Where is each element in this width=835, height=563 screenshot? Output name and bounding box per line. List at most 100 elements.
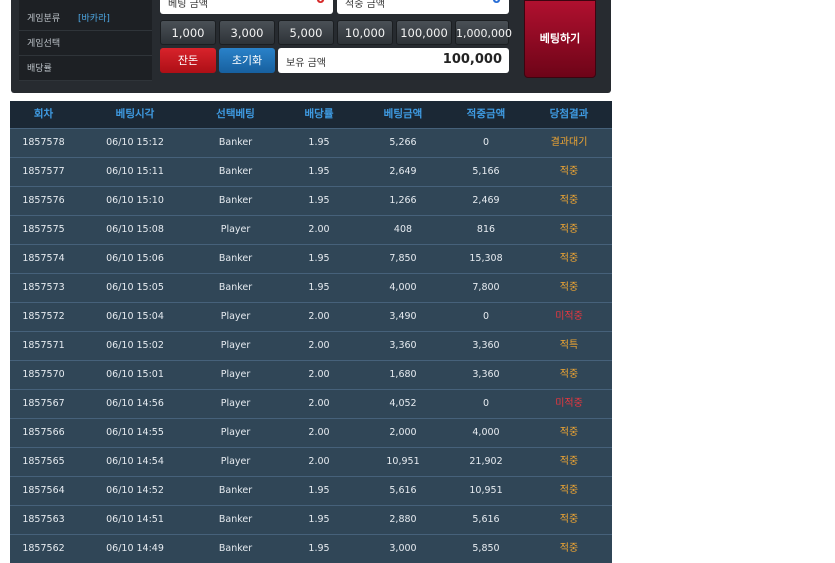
game-select-row[interactable]: 게임선택 xyxy=(19,30,152,56)
cell-odds: 1.95 xyxy=(308,282,330,293)
chip-1000000-button[interactable]: 1,000,000 xyxy=(455,20,512,45)
cell-bet-amount: 4,000 xyxy=(389,282,417,293)
cell-round: 1857564 xyxy=(22,485,65,496)
cell-result: 적중 xyxy=(559,456,579,467)
holding-amount-label: 보유 금액 xyxy=(286,58,326,69)
cell-bet-amount: 2,880 xyxy=(389,514,417,525)
reset-button[interactable]: 초기화 xyxy=(219,48,275,73)
table-row: 1857573 06/10 15:05 Banker 1.95 4,000 7,… xyxy=(10,273,612,302)
table-row: 1857564 06/10 14:52 Banker 1.95 5,616 10… xyxy=(10,476,612,505)
cell-bet-time: 06/10 15:04 xyxy=(106,311,164,322)
cell-result: 적중 xyxy=(559,282,579,293)
cell-win-amount: 2,469 xyxy=(472,195,500,206)
bet-amount-value: 0 xyxy=(316,0,325,7)
cell-bet-amount: 3,360 xyxy=(389,340,417,351)
cell-pick: Banker xyxy=(218,166,253,177)
cell-pick: Banker xyxy=(218,514,253,525)
cell-win-amount: 5,166 xyxy=(472,166,500,177)
cell-round: 1857563 xyxy=(22,514,65,525)
cell-round: 1857574 xyxy=(22,253,65,264)
cell-pick: Banker xyxy=(218,195,253,206)
cell-bet-time: 06/10 15:06 xyxy=(106,253,164,264)
cell-odds: 1.95 xyxy=(308,543,330,554)
cell-odds: 1.95 xyxy=(308,514,330,525)
cell-odds: 1.95 xyxy=(308,195,330,206)
cell-win-amount: 0 xyxy=(482,137,490,148)
cell-round: 1857567 xyxy=(22,398,65,409)
cell-pick: Banker xyxy=(218,253,253,264)
cell-bet-time: 06/10 15:12 xyxy=(106,137,164,148)
cell-odds: 2.00 xyxy=(308,456,330,467)
cell-pick: Banker xyxy=(218,485,253,496)
place-bet-button[interactable]: 베팅하기 xyxy=(524,0,596,78)
cell-bet-time: 06/10 14:49 xyxy=(106,543,164,554)
cell-pick: Player xyxy=(220,427,251,438)
cell-odds: 2.00 xyxy=(308,224,330,235)
table-row: 1857572 06/10 15:04 Player 2.00 3,490 0 … xyxy=(10,302,612,331)
chip-1000-button[interactable]: 1,000 xyxy=(160,20,216,45)
cell-win-amount: 7,800 xyxy=(472,282,500,293)
cell-round: 1857565 xyxy=(22,456,65,467)
cell-odds: 1.95 xyxy=(308,137,330,148)
cell-bet-amount: 2,000 xyxy=(389,427,417,438)
cell-result: 적중 xyxy=(559,427,579,438)
game-category-row: 게임분류 [바카라] xyxy=(19,5,152,31)
cell-bet-amount: 2,649 xyxy=(389,166,417,177)
chip-100000-button[interactable]: 100,000 xyxy=(396,20,452,45)
cell-round: 1857572 xyxy=(22,311,65,322)
odds-label: 배당률 xyxy=(27,64,52,74)
change-button[interactable]: 잔돈 xyxy=(160,48,216,73)
cell-win-amount: 10,951 xyxy=(469,485,503,496)
cell-bet-time: 06/10 15:05 xyxy=(106,282,164,293)
cell-win-amount: 4,000 xyxy=(472,427,500,438)
win-amount-box: 적중 금액 0 xyxy=(337,0,509,14)
cell-bet-amount: 1,266 xyxy=(389,195,417,206)
chip-10000-button[interactable]: 10,000 xyxy=(337,20,393,45)
cell-bet-amount: 3,490 xyxy=(389,311,417,322)
table-row: 1857578 06/10 15:12 Banker 1.95 5,266 0 … xyxy=(10,128,612,157)
cell-result: 적중 xyxy=(559,224,579,235)
cell-win-amount: 5,850 xyxy=(472,543,500,554)
cell-result: 결과대기 xyxy=(550,137,588,148)
cell-odds: 2.00 xyxy=(308,369,330,380)
bet-history-table: 회차 베팅시각 선택베팅 배당률 베팅금액 적중금액 당첨결과 1857578 … xyxy=(10,101,612,563)
cell-result: 미적중 xyxy=(555,398,583,409)
bet-amount-label: 베팅 금액 xyxy=(168,0,208,10)
cell-pick: Player xyxy=(220,398,251,409)
game-category-value: [바카라] xyxy=(78,14,110,24)
table-body: 1857578 06/10 15:12 Banker 1.95 5,266 0 … xyxy=(10,128,612,563)
cell-win-amount: 816 xyxy=(476,224,496,235)
cell-result: 적중 xyxy=(559,253,579,264)
cell-bet-time: 06/10 14:54 xyxy=(106,456,164,467)
cell-odds: 2.00 xyxy=(308,427,330,438)
cell-bet-time: 06/10 14:51 xyxy=(106,514,164,525)
cell-odds: 1.95 xyxy=(308,485,330,496)
table-header: 회차 베팅시각 선택베팅 배당률 베팅금액 적중금액 당첨결과 xyxy=(10,101,612,128)
cell-pick: Player xyxy=(220,456,251,467)
cell-round: 1857576 xyxy=(22,195,65,206)
chip-3000-button[interactable]: 3,000 xyxy=(219,20,275,45)
chip-5000-button[interactable]: 5,000 xyxy=(278,20,334,45)
cell-bet-amount: 4,052 xyxy=(389,398,417,409)
table-row: 1857571 06/10 15:02 Player 2.00 3,360 3,… xyxy=(10,331,612,360)
cell-bet-time: 06/10 15:02 xyxy=(106,340,164,351)
cell-bet-amount: 10,951 xyxy=(386,456,420,467)
table-row: 1857570 06/10 15:01 Player 2.00 1,680 3,… xyxy=(10,360,612,389)
cell-odds: 1.95 xyxy=(308,166,330,177)
cell-result: 적중 xyxy=(559,485,579,496)
header-result: 당첨결과 xyxy=(549,108,589,120)
win-amount-value: 0 xyxy=(492,0,501,7)
cell-bet-time: 06/10 14:56 xyxy=(106,398,164,409)
cell-pick: Banker xyxy=(218,282,253,293)
header-win-amount: 적중금액 xyxy=(466,108,506,120)
cell-round: 1857562 xyxy=(22,543,65,554)
table-row: 1857575 06/10 15:08 Player 2.00 408 816 … xyxy=(10,215,612,244)
cell-round: 1857573 xyxy=(22,282,65,293)
cell-result: 적중 xyxy=(559,543,579,554)
cell-win-amount: 3,360 xyxy=(472,369,500,380)
cell-bet-time: 06/10 15:11 xyxy=(106,166,164,177)
table-row: 1857576 06/10 15:10 Banker 1.95 1,266 2,… xyxy=(10,186,612,215)
cell-odds: 2.00 xyxy=(308,398,330,409)
cell-result: 적중 xyxy=(559,195,579,206)
cell-round: 1857577 xyxy=(22,166,65,177)
